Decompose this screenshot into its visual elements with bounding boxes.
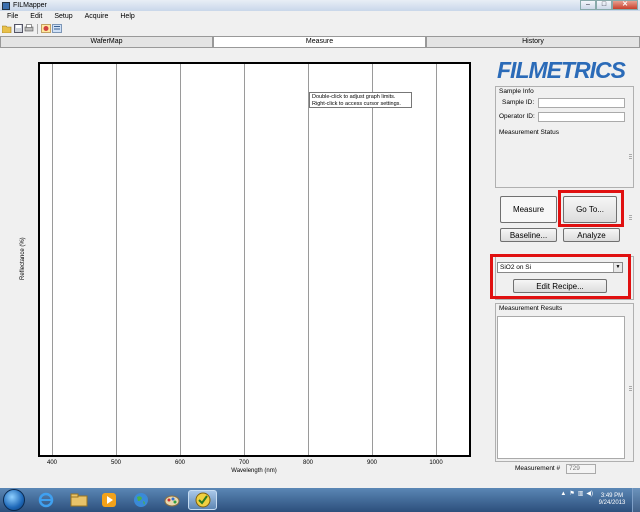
taskbar: ▲ ⚑ ▥ ◀) [0,488,640,512]
results-area[interactable] [497,316,625,459]
x-tick-label: 1000 [429,460,443,466]
analyze-button[interactable]: Analyze [563,228,620,242]
x-tick-label: 600 [174,460,186,466]
chevron-up-icon[interactable]: ▲ [560,491,566,497]
internet-explorer-icon[interactable] [31,490,60,510]
paint-icon[interactable] [157,490,186,510]
gridline-600 [180,64,181,455]
measurement-status-title: Measurement Status [499,129,559,136]
resize-grip[interactable] [629,386,632,391]
menu-bar: File Edit Setup Acquire Help [0,11,640,22]
menu-acquire[interactable]: Acquire [78,13,114,20]
maximize-button[interactable]: □ [596,0,612,10]
y-axis-label: Reflectance (%) [20,237,26,280]
open-folder-icon[interactable] [2,24,12,34]
globe-icon[interactable] [126,490,155,510]
operator-id-input[interactable] [538,112,625,122]
filmetrics-logo: FILMETRICS [497,57,626,83]
x-tick-label: 700 [238,460,250,466]
graph-tooltip: Double-click to adjust graph limits. Rig… [309,92,412,108]
x-tick-label: 900 [366,460,378,466]
gridline-800 [308,64,309,455]
x-tick-label: 400 [46,460,58,466]
measurement-number-field: 729 [566,464,596,474]
x-tick-label: 500 [110,460,122,466]
window-title: FILMapper [13,2,47,9]
save-icon[interactable] [13,24,23,34]
print-icon[interactable] [24,24,34,34]
tab-history[interactable]: History [426,36,640,47]
volume-icon[interactable]: ◀) [586,490,593,497]
highlight-recipe [490,254,631,299]
show-desktop-button[interactable] [632,488,640,512]
tab-divider [0,47,640,48]
sample-id-input[interactable] [538,98,625,108]
resize-grip[interactable] [629,154,632,159]
start-button[interactable] [3,489,25,511]
resize-grip[interactable] [629,215,632,220]
menu-setup[interactable]: Setup [47,13,77,20]
gridline-1000 [436,64,437,455]
gridline-500 [116,64,117,455]
sample-id-label: Sample ID: [502,99,535,106]
menu-help[interactable]: Help [113,13,139,20]
title-bar: FILMapper – □ ✕ [0,0,640,11]
x-tick-label: 800 [302,460,314,466]
menu-edit[interactable]: Edit [23,13,47,20]
clock-time: 3:49 PM [600,493,624,499]
main-tabs: WaferMap Measure History [0,36,640,48]
filmapper-icon[interactable] [188,490,217,510]
measurement-number-label: Measurement # [515,465,561,472]
toolbar [0,22,640,35]
tab-wafermap[interactable]: WaferMap [0,36,213,47]
system-clock[interactable]: 3:49 PM 9/24/2013 [596,493,628,507]
close-button[interactable]: ✕ [612,0,638,10]
app-icon [2,1,10,10]
gridline-900 [372,64,373,455]
network-icon[interactable]: ▥ [578,490,584,497]
sample-info-title: Sample Info [499,88,534,95]
window-controls: – □ ✕ [580,0,638,10]
highlight-goto [558,190,624,227]
operator-id-label: Operator ID: [499,113,535,120]
report-icon[interactable] [52,24,62,34]
x-axis-label: Wavelength (nm) [231,468,277,474]
menu-file[interactable]: File [0,13,23,20]
baseline-button[interactable]: Baseline... [500,228,557,242]
toolbar-separator [37,23,38,34]
spectrum-graph[interactable] [38,62,471,457]
media-player-icon[interactable] [94,490,123,510]
flag-icon[interactable]: ⚑ [569,490,574,497]
minimize-button[interactable]: – [580,0,596,10]
results-title: Measurement Results [499,305,563,312]
file-explorer-icon[interactable] [64,490,93,510]
map-icon[interactable] [41,24,51,34]
measure-button[interactable]: Measure [500,196,557,223]
tooltip-line-1: Double-click to adjust graph limits. [312,94,396,100]
clock-date: 9/24/2013 [598,500,626,506]
tooltip-line-2: Right-click to access cursor settings. [312,101,401,107]
gridline-400 [52,64,53,455]
gridline-700 [244,64,245,455]
